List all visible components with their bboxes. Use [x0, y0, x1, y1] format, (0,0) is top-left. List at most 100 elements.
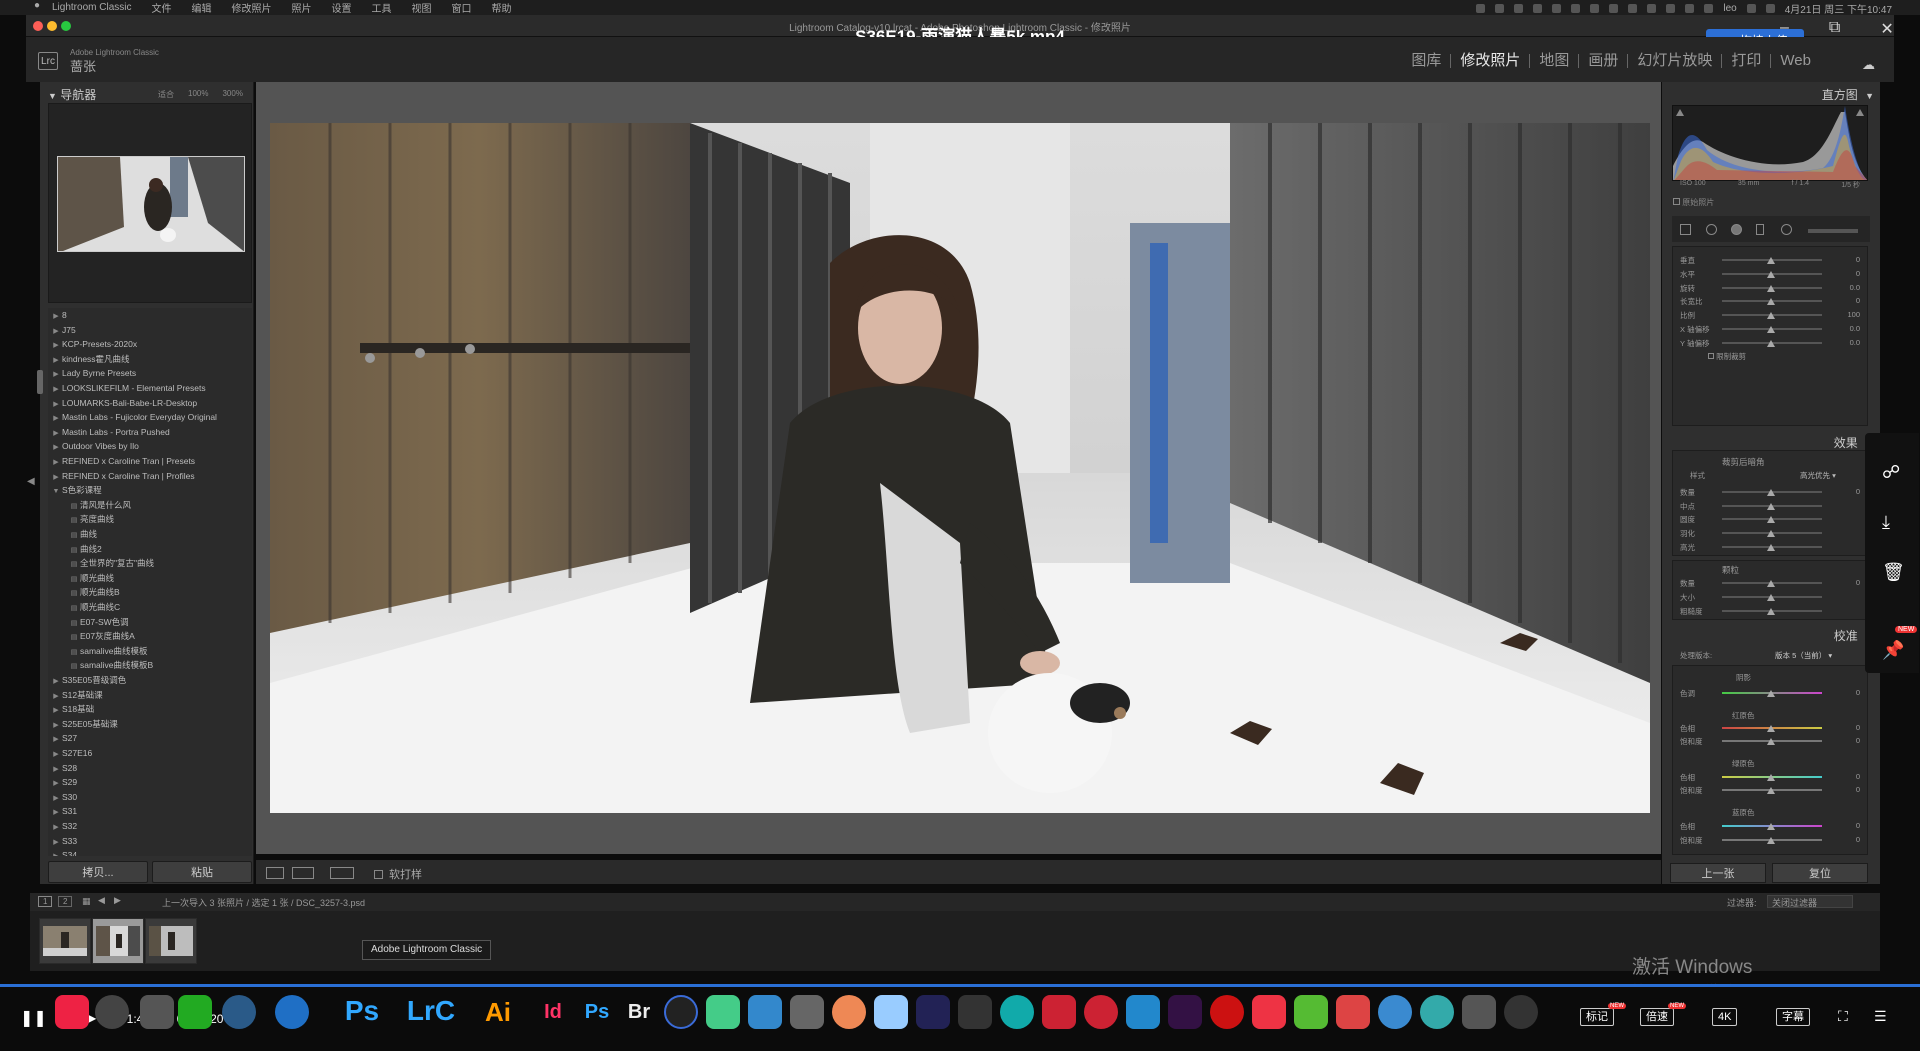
preset-folder[interactable]: ▶ S27 [50, 732, 77, 745]
zoom-300[interactable]: 300% [222, 89, 242, 100]
navigator-thumbnail[interactable] [57, 156, 245, 252]
slider-value[interactable]: 0 [1836, 736, 1860, 745]
dock-app-icon[interactable] [748, 995, 782, 1029]
dock-app-icon[interactable] [178, 995, 212, 1029]
dock-app-icon[interactable] [95, 995, 129, 1029]
status-icon[interactable] [1628, 4, 1638, 13]
before-after-mode-icon[interactable] [330, 867, 354, 879]
reset-button[interactable]: 复位 [1772, 863, 1868, 883]
slider-knob[interactable] [1767, 502, 1775, 510]
slider-value[interactable]: 0.0 [1836, 338, 1860, 347]
checkbox-icon[interactable] [374, 869, 383, 879]
forward-arrow-icon[interactable]: ▶ [114, 895, 121, 906]
pause-icon[interactable]: ❚❚ [20, 1008, 47, 1028]
menu-view[interactable]: 视图 [411, 0, 431, 15]
player-subtitle-button[interactable]: 字幕 [1776, 1008, 1810, 1026]
close-icon[interactable]: ✕ [1880, 19, 1893, 39]
dock-app-icon[interactable] [1504, 995, 1538, 1029]
preset-item[interactable]: ▤ samalive曲线模板 [68, 645, 148, 658]
dock-photos-icon[interactable] [832, 995, 866, 1029]
slider-knob[interactable] [1767, 270, 1775, 278]
filmstrip-thumbnail-selected[interactable] [92, 918, 144, 964]
slider-knob[interactable] [1767, 787, 1775, 794]
trash-icon[interactable]: 🗑 [1882, 562, 1905, 583]
grid-view-icon[interactable]: ▦ [82, 896, 91, 907]
slider-knob[interactable] [1767, 738, 1775, 745]
slider-knob[interactable] [1767, 326, 1775, 333]
preset-folder[interactable]: ▶ KCP-Presets-2020x [50, 338, 137, 351]
preset-item[interactable]: ▤ 亮度曲线 [68, 513, 114, 526]
dock-app-icon[interactable] [874, 995, 908, 1029]
preset-item[interactable]: ▤ E07-SW色调 [68, 616, 129, 629]
slider-knob[interactable] [1767, 312, 1775, 320]
checkbox-icon[interactable] [1673, 198, 1680, 205]
loupe-view-icon[interactable] [266, 867, 284, 879]
slider-value[interactable]: 0.0 [1836, 324, 1860, 333]
slider-knob[interactable] [1767, 725, 1775, 732]
slider-knob[interactable] [1767, 489, 1775, 496]
vignette-style-dropdown[interactable]: 高光优先 ▾ [1800, 470, 1836, 481]
copy-settings-button[interactable]: 拷贝... [48, 861, 148, 883]
back-arrow-icon[interactable]: ◀ [98, 895, 105, 906]
checkbox-icon[interactable] [1708, 353, 1714, 359]
preset-folder[interactable]: ▶ S31 [50, 805, 77, 818]
collapse-left-arrow-icon[interactable]: ◀ [27, 476, 35, 487]
preset-folder[interactable]: ▶ S30 [50, 791, 77, 804]
preset-item[interactable]: ▤ 曲线2 [68, 543, 102, 556]
slider-knob[interactable] [1767, 339, 1775, 347]
preset-folder[interactable]: ▶ kindness霍凡曲线 [50, 353, 129, 366]
left-panel-scrollbar[interactable] [37, 370, 43, 394]
filter-dropdown[interactable]: 关闭过滤器 [1767, 895, 1853, 908]
dock-music-icon[interactable] [1210, 995, 1244, 1029]
status-icon[interactable] [1514, 4, 1524, 13]
slider-value[interactable]: 0 [1836, 269, 1860, 278]
filmstrip-thumbnail[interactable] [39, 918, 91, 964]
module-book[interactable]: 画册 [1579, 53, 1629, 68]
dock-illustrator-icon[interactable]: Ai [478, 992, 518, 1032]
slider-value[interactable]: 100 [1836, 310, 1860, 319]
menu-file[interactable]: 文件 [151, 0, 171, 15]
red-eye-icon[interactable] [1731, 224, 1742, 235]
shadow-clipping-icon[interactable] [1676, 109, 1684, 116]
soft-proof-toggle[interactable]: 软打样 [374, 866, 422, 882]
dock-app-icon[interactable] [140, 995, 174, 1029]
status-icon[interactable] [1571, 4, 1581, 13]
preset-item[interactable]: ▤ E07灰度曲线A [68, 630, 135, 643]
dock-app-icon[interactable] [1378, 995, 1412, 1029]
status-icon[interactable] [1476, 4, 1486, 13]
previous-button[interactable]: 上一张 [1670, 863, 1766, 883]
dock-app-icon[interactable] [1294, 995, 1328, 1029]
preset-item[interactable]: ▤ 顺光曲线 [68, 572, 114, 585]
preset-folder[interactable]: ▶ S18基础 [50, 703, 94, 716]
original-photo-toggle[interactable]: 原始照片 [1673, 197, 1714, 208]
slider-knob[interactable] [1767, 690, 1775, 697]
preset-folder[interactable]: ▶ S35E05晋级调色 [50, 674, 126, 687]
dock-apple-music-icon[interactable] [1252, 995, 1286, 1029]
module-map[interactable]: 地图 [1530, 53, 1580, 68]
slider-knob[interactable] [1767, 608, 1775, 615]
preset-folder[interactable]: ▶ Mastin Labs - Fujicolor Everyday Origin… [50, 411, 217, 424]
filmstrip-thumbnail[interactable] [145, 918, 197, 964]
menu-settings[interactable]: 设置 [331, 0, 351, 15]
module-print[interactable]: 打印 [1722, 53, 1772, 68]
player-quality-button[interactable]: 4K [1712, 1008, 1738, 1026]
paste-settings-button[interactable]: 粘贴 [152, 861, 252, 883]
status-icon[interactable] [1590, 4, 1600, 13]
dock-app-icon[interactable] [1420, 995, 1454, 1029]
menu-app[interactable]: Lightroom Classic [52, 2, 131, 13]
preset-folder[interactable]: ▶ LOUMARKS-Bali-Babe-LR-Desktop [50, 397, 197, 410]
preset-item[interactable]: ▤ 清风是什么风 [68, 499, 131, 512]
crop-overlay-icon[interactable] [1680, 224, 1691, 235]
dock-app-icon[interactable] [664, 995, 698, 1029]
module-web[interactable]: Web [1771, 53, 1820, 68]
fullscreen-icon[interactable]: ⛶ [1838, 1008, 1848, 1025]
playlist-icon[interactable]: ☰ [1874, 1008, 1887, 1025]
slider-value[interactable]: 0 [1836, 255, 1860, 264]
dock-lightroom-classic-icon[interactable]: LrC [402, 990, 460, 1032]
preset-folder[interactable]: ▶ S25E05基础课 [50, 718, 117, 731]
slider-knob[interactable] [1767, 543, 1775, 551]
preset-item[interactable]: ▤ 顺光曲线B [68, 586, 120, 599]
navigator-header[interactable]: ▼ 导航器 [48, 86, 96, 103]
preset-folder[interactable]: ▶ LOOKSLIKEFILM - Elemental Presets [50, 382, 205, 395]
dock-maps-icon[interactable] [706, 995, 740, 1029]
